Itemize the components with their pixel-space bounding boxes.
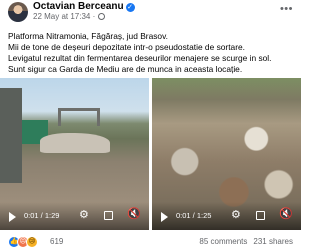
- more-options-icon[interactable]: •••: [280, 3, 293, 15]
- video-player-1[interactable]: 0:01 / 1:29 ⚙ 🔇: [0, 78, 149, 230]
- shares-link[interactable]: 231 shares: [253, 237, 293, 246]
- fullscreen-icon[interactable]: [256, 211, 265, 220]
- post-meta: 22 May at 17:34 ·: [33, 12, 106, 21]
- post-text-line: Mii de tone de deșeuri depozitate intr-o…: [8, 42, 245, 52]
- comments-link[interactable]: 85 comments: [199, 237, 247, 246]
- post-stats: 85 comments 231 shares: [193, 237, 293, 246]
- post-text: Platforma Nitramonia, Făgăraș, jud Braso…: [8, 31, 300, 75]
- gear-icon[interactable]: ⚙: [79, 209, 89, 221]
- avatar[interactable]: [8, 2, 28, 22]
- video-player-2[interactable]: 0:01 / 1:25 ⚙ 🔇: [152, 78, 301, 230]
- verified-icon: ✓: [125, 3, 135, 12]
- reaction-count[interactable]: 619: [50, 237, 63, 246]
- video-time: 0:01 / 1:29: [24, 211, 60, 220]
- globe-icon: [98, 13, 106, 20]
- post-text-line: Levigatul rezultat din fermentarea deseu…: [8, 53, 272, 63]
- mute-icon[interactable]: 🔇: [279, 208, 293, 220]
- fullscreen-icon[interactable]: [104, 211, 113, 220]
- author-name[interactable]: Octavian Berceanu ✓: [33, 1, 135, 12]
- post-text-line: Platforma Nitramonia, Făgăraș, jud Braso…: [8, 31, 168, 41]
- gear-icon[interactable]: ⚙: [231, 209, 241, 221]
- video-frame: [58, 108, 100, 126]
- post-text-line: Sunt sigur ca Garda de Mediu are de munc…: [8, 64, 243, 74]
- timestamp-link[interactable]: 22 May at 17:34: [33, 12, 90, 21]
- play-icon[interactable]: [9, 212, 16, 222]
- post-header: Octavian Berceanu ✓ 22 May at 17:34 · •••: [0, 0, 301, 24]
- play-icon[interactable]: [161, 212, 168, 222]
- video-time: 0:01 / 1:25: [176, 211, 212, 220]
- video-controls: 0:01 / 1:29 ⚙ 🔇: [0, 202, 149, 230]
- video-controls: 0:01 / 1:25 ⚙ 🔇: [152, 202, 301, 230]
- video-waste-heap: [40, 133, 110, 153]
- sad-icon: 😢: [26, 236, 38, 248]
- video-building: [0, 88, 22, 183]
- mute-icon[interactable]: 🔇: [127, 208, 141, 220]
